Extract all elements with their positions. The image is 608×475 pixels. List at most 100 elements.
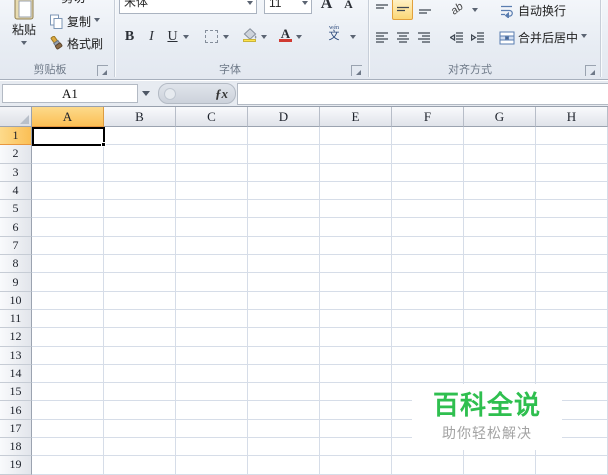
alignment-dialog-launcher[interactable] <box>585 65 596 76</box>
align-left-button[interactable] <box>371 26 392 48</box>
font-name-combobox[interactable]: 宋体 <box>119 0 257 14</box>
row-header-17[interactable]: 17 <box>0 419 32 439</box>
underline-button[interactable]: U <box>163 26 182 47</box>
row-header-2[interactable]: 2 <box>0 145 32 164</box>
cell-A15[interactable] <box>32 383 104 402</box>
merge-center-dropdown-arrow-icon[interactable] <box>581 34 588 41</box>
fill-color-dropdown-arrow-icon[interactable] <box>261 35 267 42</box>
cell-E11[interactable] <box>320 309 392 329</box>
align-center-button[interactable] <box>392 26 413 48</box>
cell-C1[interactable] <box>176 127 248 146</box>
cell-E10[interactable] <box>320 291 392 310</box>
merge-center-button[interactable]: 合并后居中 <box>499 29 588 46</box>
cell-B9[interactable] <box>104 273 176 292</box>
row-header-14[interactable]: 14 <box>0 364 32 384</box>
row-header-15[interactable]: 15 <box>0 383 32 402</box>
phonetic-guide-button[interactable]: wén 文 <box>322 23 346 44</box>
row-header-9[interactable]: 9 <box>0 273 32 292</box>
cell-B14[interactable] <box>104 364 176 384</box>
cell-H1[interactable] <box>536 127 608 146</box>
cell-A3[interactable] <box>32 163 104 182</box>
cell-F14[interactable] <box>392 364 464 384</box>
cell-C15[interactable] <box>176 383 248 402</box>
clipboard-dialog-launcher[interactable] <box>97 65 108 76</box>
cell-A6[interactable] <box>32 218 104 237</box>
cell-D7[interactable] <box>248 236 320 256</box>
shrink-font-button[interactable]: A <box>339 0 358 15</box>
cell-B16[interactable] <box>104 401 176 420</box>
formula-input[interactable] <box>237 83 608 105</box>
row-header-16[interactable]: 16 <box>0 401 32 420</box>
row-header-10[interactable]: 10 <box>0 291 32 310</box>
cell-F11[interactable] <box>392 309 464 329</box>
cell-B7[interactable] <box>104 236 176 256</box>
cell-F1[interactable] <box>392 127 464 146</box>
cell-B1[interactable] <box>104 127 176 146</box>
cell-G6[interactable] <box>464 218 536 237</box>
cell-G3[interactable] <box>464 163 536 182</box>
cell-G9[interactable] <box>464 273 536 292</box>
cell-D12[interactable] <box>248 328 320 347</box>
decrease-indent-button[interactable] <box>446 26 467 48</box>
cell-C18[interactable] <box>176 438 248 457</box>
cell-A12[interactable] <box>32 328 104 347</box>
cell-F7[interactable] <box>392 236 464 256</box>
cell-G12[interactable] <box>464 328 536 347</box>
cell-D18[interactable] <box>248 438 320 457</box>
active-cell-outline[interactable] <box>32 127 106 147</box>
cell-F5[interactable] <box>392 200 464 219</box>
cell-C10[interactable] <box>176 291 248 310</box>
cell-D19[interactable] <box>248 456 320 475</box>
cell-D9[interactable] <box>248 273 320 292</box>
orientation-button[interactable]: ab <box>444 0 470 20</box>
cell-H4[interactable] <box>536 181 608 201</box>
cell-D16[interactable] <box>248 401 320 420</box>
cell-E3[interactable] <box>320 163 392 182</box>
align-right-button[interactable] <box>413 26 434 48</box>
cell-D15[interactable] <box>248 383 320 402</box>
column-header-E[interactable]: E <box>320 107 392 127</box>
font-dialog-launcher[interactable] <box>351 65 362 76</box>
row-header-13[interactable]: 13 <box>0 346 32 365</box>
cell-D1[interactable] <box>248 127 320 146</box>
cell-G8[interactable] <box>464 255 536 274</box>
cell-B4[interactable] <box>104 181 176 201</box>
cell-A17[interactable] <box>32 419 104 439</box>
insert-function-icon[interactable]: ƒx <box>215 86 228 102</box>
paste-button[interactable]: 粘贴 <box>3 0 45 58</box>
cell-B3[interactable] <box>104 163 176 182</box>
cell-E16[interactable] <box>320 401 392 420</box>
cell-C2[interactable] <box>176 145 248 164</box>
cell-H19[interactable] <box>536 456 608 475</box>
cell-F2[interactable] <box>392 145 464 164</box>
cell-G7[interactable] <box>464 236 536 256</box>
cell-C9[interactable] <box>176 273 248 292</box>
column-header-G[interactable]: G <box>464 107 536 127</box>
column-header-F[interactable]: F <box>392 107 464 127</box>
cell-D2[interactable] <box>248 145 320 164</box>
cell-C4[interactable] <box>176 181 248 201</box>
cell-A9[interactable] <box>32 273 104 292</box>
cell-G13[interactable] <box>464 346 536 365</box>
cell-A4[interactable] <box>32 181 104 201</box>
cell-A13[interactable] <box>32 346 104 365</box>
cell-H13[interactable] <box>536 346 608 365</box>
fill-color-button[interactable] <box>240 24 259 45</box>
cell-D3[interactable] <box>248 163 320 182</box>
column-header-B[interactable]: B <box>104 107 176 127</box>
cell-H7[interactable] <box>536 236 608 256</box>
cell-E14[interactable] <box>320 364 392 384</box>
cell-G5[interactable] <box>464 200 536 219</box>
cell-G1[interactable] <box>464 127 536 146</box>
name-box[interactable]: A1 <box>2 84 138 103</box>
cell-E8[interactable] <box>320 255 392 274</box>
cell-E5[interactable] <box>320 200 392 219</box>
font-color-dropdown-arrow-icon[interactable] <box>296 35 302 42</box>
grow-font-button[interactable]: A <box>317 0 336 14</box>
underline-dropdown-arrow-icon[interactable] <box>183 35 189 42</box>
cell-F10[interactable] <box>392 291 464 310</box>
cell-B10[interactable] <box>104 291 176 310</box>
cell-H6[interactable] <box>536 218 608 237</box>
row-header-7[interactable]: 7 <box>0 236 32 256</box>
cell-B8[interactable] <box>104 255 176 274</box>
